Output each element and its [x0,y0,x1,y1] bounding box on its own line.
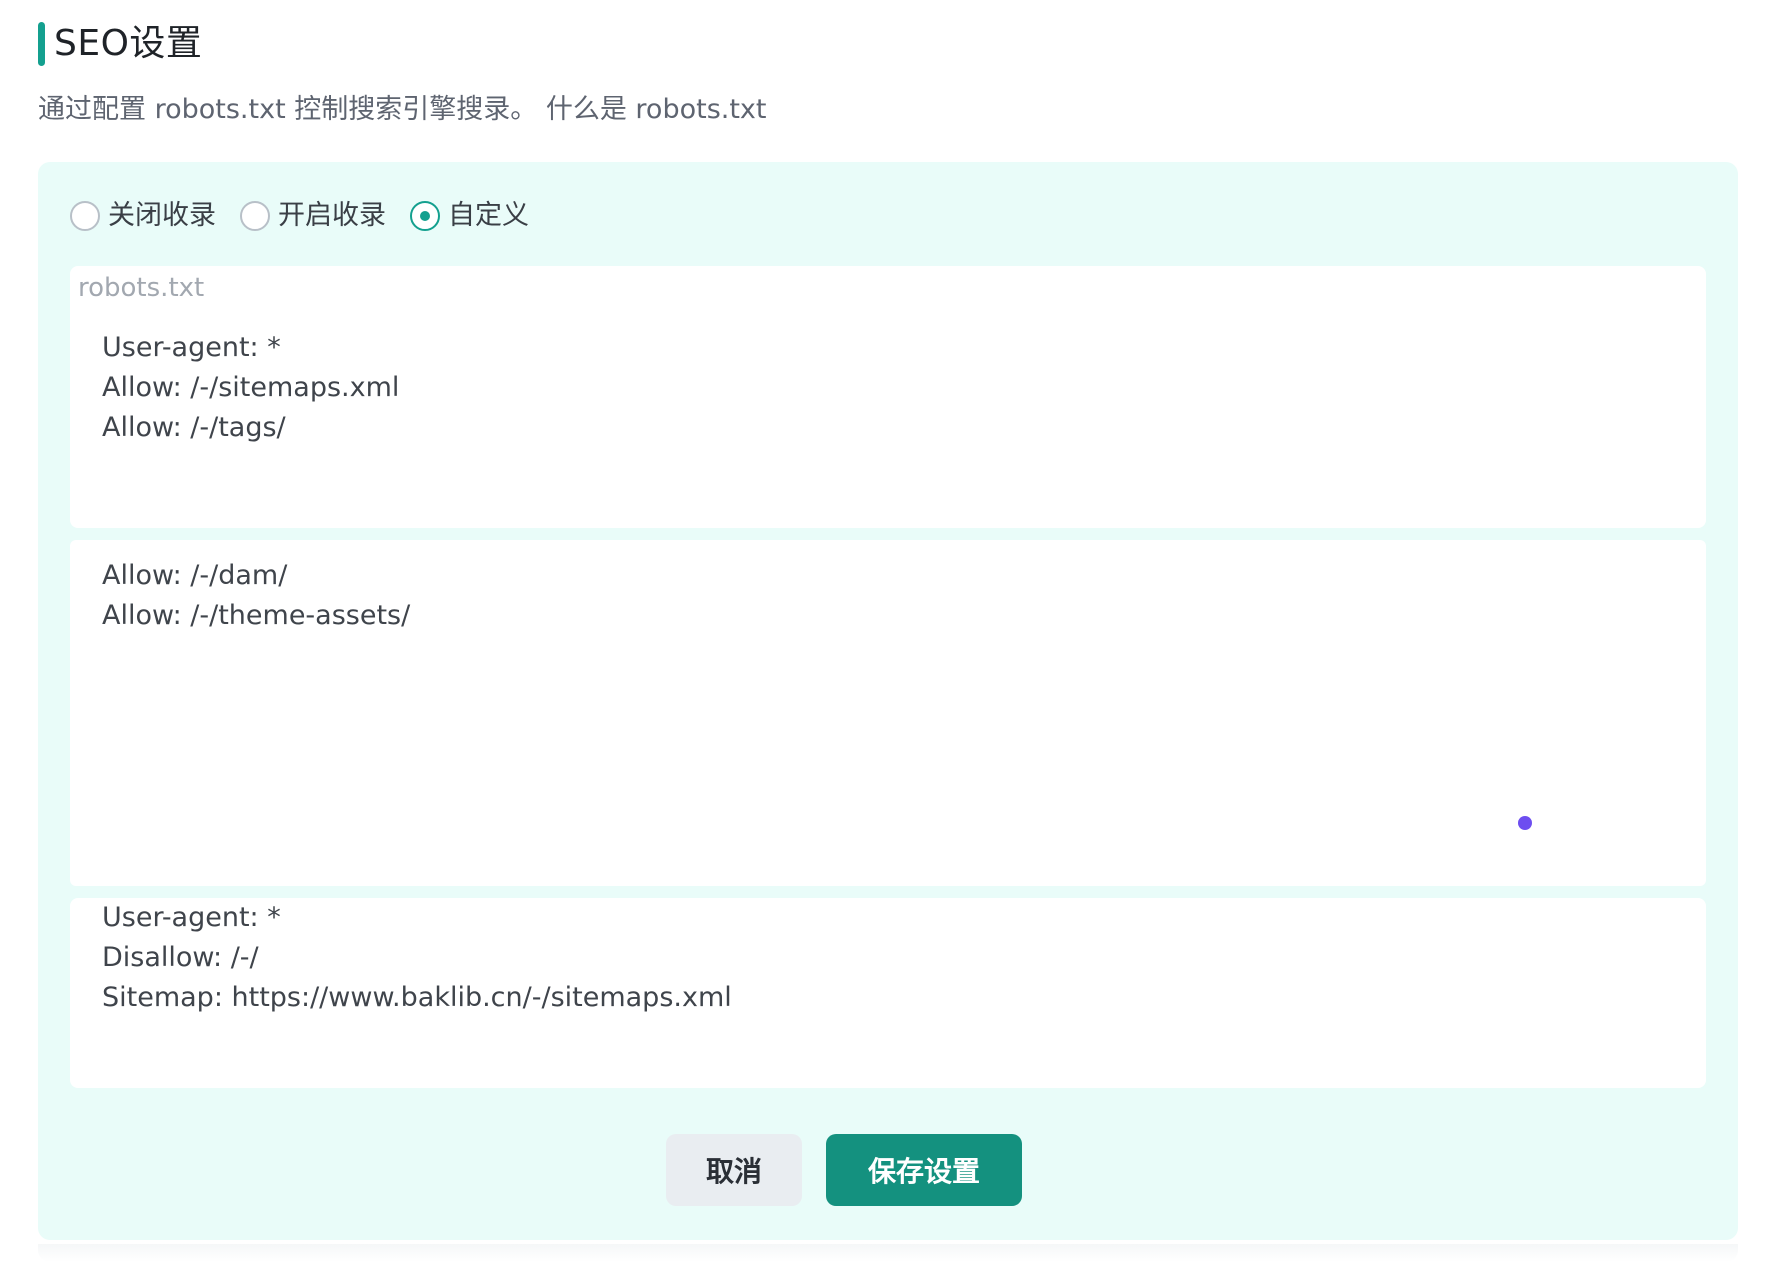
radio-unchecked-icon[interactable] [70,201,100,231]
what-is-robots-link[interactable]: 什么是 robots.txt [546,94,767,125]
cancel-button[interactable]: 取消 [666,1134,802,1206]
section-description: 通过配置 robots.txt 控制搜索引擎搜录。 什么是 robots.txt [38,92,767,128]
code-line: Allow: /-/tags/ [102,412,286,443]
section-header: SEO设置 [38,22,202,66]
seo-settings-page: SEO设置 通过配置 robots.txt 控制搜索引擎搜录。 什么是 robo… [0,0,1772,1274]
radio-label: 关闭收录 [108,200,216,231]
robots-editor-block-top[interactable]: robots.txt User-agent: * Allow: /-/sitem… [70,266,1706,528]
code-line: User-agent: * [102,332,281,363]
radio-checked-icon[interactable] [410,201,440,231]
form-actions: 取消 保存设置 [0,1134,1694,1206]
code-lines: User-agent: * Disallow: /-/ Sitemap: htt… [102,898,732,1018]
indexing-mode-radio-group: 关闭收录 开启收录 自定义 [70,196,553,236]
robots-editor-block-middle[interactable]: Allow: /-/dam/ Allow: /-/theme-assets/ [70,540,1706,886]
radio-unchecked-icon[interactable] [240,201,270,231]
code-line: Sitemap: https://www.baklib.cn/-/sitemap… [102,982,732,1013]
code-line: User-agent: * [102,902,281,933]
code-line: Allow: /-/sitemaps.xml [102,372,400,403]
radio-label: 自定义 [448,200,529,231]
robots-editor-block-bottom[interactable]: User-agent: * Disallow: /-/ Sitemap: htt… [70,898,1706,1088]
radio-open-indexing[interactable]: 开启收录 [240,196,386,236]
page-title: SEO设置 [54,23,203,64]
radio-label: 开启收录 [278,200,386,231]
code-line: Disallow: /-/ [102,942,259,973]
panel-bottom-shadow [38,1244,1738,1262]
robots-field-label: robots.txt [78,273,205,303]
radio-close-indexing[interactable]: 关闭收录 [70,196,216,236]
description-text: 通过配置 robots.txt 控制搜索引擎搜录。 [38,94,538,125]
save-settings-button[interactable]: 保存设置 [826,1134,1022,1206]
code-line: Allow: /-/dam/ [102,560,288,591]
code-lines: User-agent: * Allow: /-/sitemaps.xml All… [102,328,399,448]
radio-custom[interactable]: 自定义 [410,196,529,236]
cursor-dot-icon [1518,816,1532,830]
code-lines: Allow: /-/dam/ Allow: /-/theme-assets/ [102,556,410,636]
title-accent-bar [38,22,45,66]
robots-settings-panel: 关闭收录 开启收录 自定义 robots.txt User-agent: * A… [38,162,1738,1240]
code-line: Allow: /-/theme-assets/ [102,600,411,631]
